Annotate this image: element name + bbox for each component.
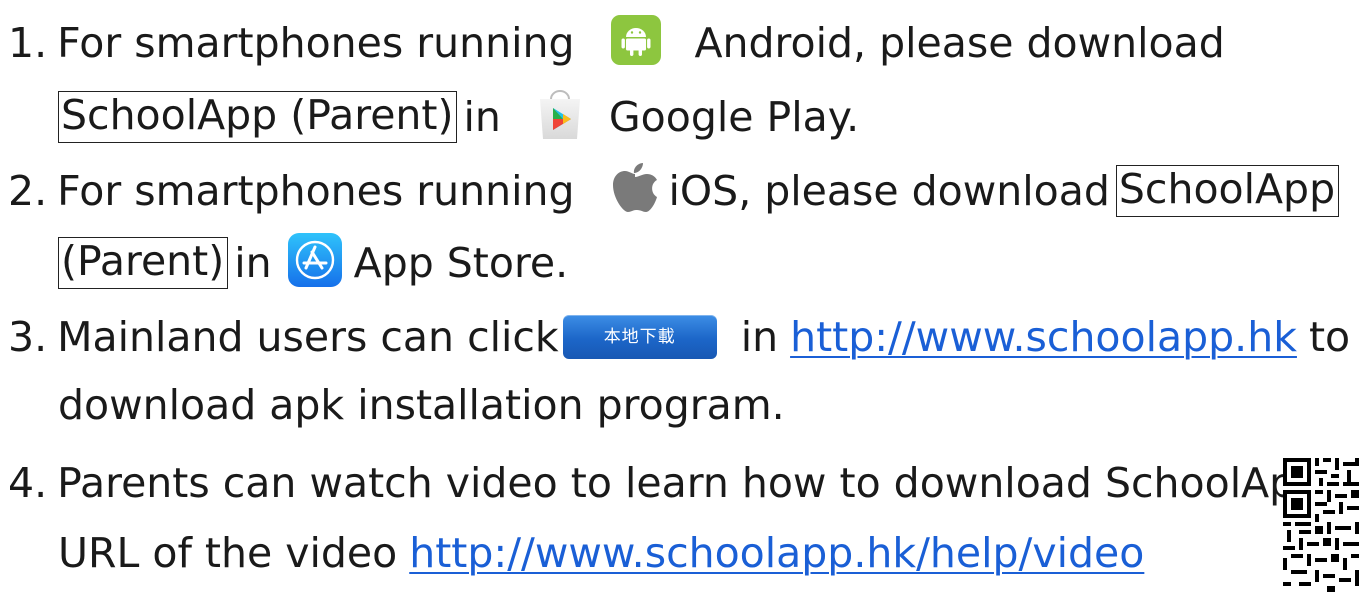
item-3-line-2: download apk installation program. (58, 372, 785, 438)
item-text: in (234, 238, 272, 287)
app-store-icon (287, 232, 342, 294)
item-text: Parents can watch video to learn how to … (57, 458, 1322, 507)
google-play-icon (531, 85, 589, 150)
item-text: For smartphones running (57, 18, 575, 67)
schoolapp-link[interactable]: http://www.schoolapp.hk (790, 316, 1297, 358)
item-text: URL of the video (58, 528, 398, 577)
item-text: Google Play. (608, 92, 860, 141)
item-number: 1. (8, 18, 48, 67)
apple-icon (612, 161, 657, 222)
item-number: 3. (8, 312, 48, 361)
item-1-line-2: SchoolApp (Parent) in Google Play. (58, 84, 859, 150)
item-2-line-2: (Parent) in App Store. (58, 230, 568, 296)
item-text: iOS, please download (668, 166, 1110, 215)
video-link[interactable]: http://www.schoolapp.hk/help/video (409, 532, 1144, 574)
item-1-line-1: 1. For smartphones running Android, plea… (8, 10, 1225, 76)
item-text: App Store. (353, 238, 569, 287)
item-text: in (740, 312, 779, 361)
item-number: 2. (8, 166, 48, 215)
qr-code[interactable] (1283, 458, 1371, 592)
item-text: Android, please download (694, 18, 1225, 67)
item-text: Mainland users can click (57, 312, 559, 361)
app-name-box: SchoolApp (Parent) (58, 91, 458, 143)
item-text: to (1308, 312, 1351, 361)
item-4-line-2: URL of the video http://www.schoolapp.hk… (58, 520, 1144, 586)
item-4-line-1: 4. Parents can watch video to learn how … (8, 450, 1321, 516)
app-name-box-continued: (Parent) (58, 237, 229, 289)
item-text: For smartphones running (57, 166, 575, 215)
android-icon (610, 14, 661, 72)
item-2-line-1: 2. For smartphones running iOS, please d… (8, 158, 1340, 224)
app-name-box: SchoolApp (1115, 165, 1340, 217)
item-text: download apk installation program. (58, 380, 785, 429)
item-3-line-1: 3. Mainland users can click 本地下載 in http… (8, 304, 1350, 370)
local-download-button[interactable]: 本地下載 (562, 315, 717, 359)
item-number: 4. (8, 458, 48, 507)
item-text: in (463, 92, 501, 141)
